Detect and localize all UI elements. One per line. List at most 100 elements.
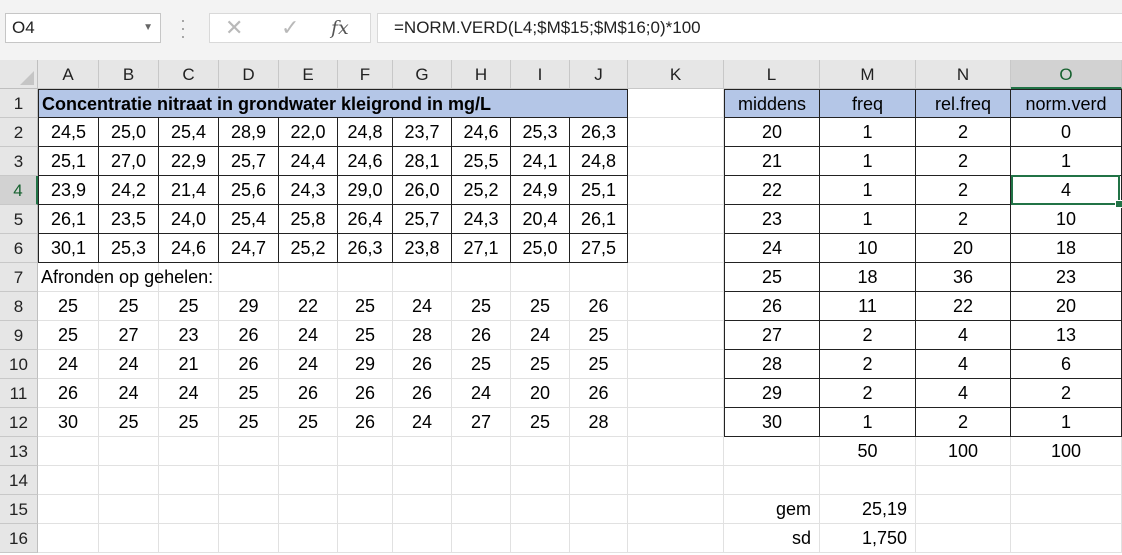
check-icon[interactable]: ✓ — [281, 14, 299, 42]
rounded-data-cell[interactable]: 27 — [452, 408, 511, 437]
raw-data-cell[interactable]: 24,5 — [38, 118, 99, 147]
cell[interactable] — [628, 408, 724, 437]
cell[interactable] — [219, 495, 279, 524]
raw-data-cell[interactable]: 24,8 — [570, 147, 628, 176]
freq-table-cell[interactable]: 36 — [916, 263, 1011, 292]
freq-table-cell[interactable]: 23 — [724, 205, 820, 234]
sd-value[interactable]: 1,750 — [820, 524, 916, 553]
cell[interactable] — [570, 524, 628, 553]
raw-data-cell[interactable]: 24,9 — [511, 176, 570, 205]
column-header-C[interactable]: C — [159, 60, 219, 89]
cell[interactable] — [38, 466, 99, 495]
rounded-data-cell[interactable]: 25 — [219, 408, 279, 437]
rounded-data-cell[interactable]: 27 — [99, 321, 159, 350]
rounded-data-cell[interactable]: 24 — [38, 350, 99, 379]
raw-data-cell[interactable]: 25,5 — [452, 147, 511, 176]
freq-table-cell[interactable]: 4 — [916, 379, 1011, 408]
row-header-16[interactable]: 16 — [0, 524, 38, 553]
freq-table-cell[interactable]: 23 — [1011, 263, 1122, 292]
cell[interactable] — [338, 263, 393, 292]
cell[interactable] — [628, 495, 724, 524]
rounded-data-cell[interactable]: 24 — [99, 350, 159, 379]
raw-data-cell[interactable]: 23,5 — [99, 205, 159, 234]
raw-data-cell[interactable]: 24,4 — [279, 147, 338, 176]
rounded-data-cell[interactable]: 23 — [159, 321, 219, 350]
gem-label[interactable]: gem — [724, 495, 820, 524]
cell[interactable] — [279, 466, 338, 495]
raw-data-cell[interactable]: 25,1 — [38, 147, 99, 176]
cell[interactable] — [338, 495, 393, 524]
cell[interactable] — [724, 437, 820, 466]
formula-input[interactable]: =NORM.VERD(L4;$M$15;$M$16;0)*100 — [377, 13, 1122, 43]
cell[interactable] — [570, 495, 628, 524]
cell[interactable] — [628, 466, 724, 495]
freq-table-cell[interactable]: 2 — [916, 118, 1011, 147]
column-header-L[interactable]: L — [724, 60, 820, 89]
row-header-8[interactable]: 8 — [0, 292, 38, 321]
column-header-H[interactable]: H — [452, 60, 511, 89]
rounded-data-cell[interactable]: 25 — [99, 408, 159, 437]
cell[interactable] — [916, 495, 1011, 524]
cell[interactable] — [511, 524, 570, 553]
raw-data-cell[interactable]: 25,0 — [511, 234, 570, 263]
rounded-data-cell[interactable]: 29 — [338, 350, 393, 379]
rounded-data-cell[interactable]: 26 — [219, 321, 279, 350]
formula-bar-grip-icon[interactable]: · · · — [177, 11, 189, 45]
rounded-data-cell[interactable]: 24 — [393, 292, 452, 321]
column-header-B[interactable]: B — [99, 60, 159, 89]
cell[interactable] — [38, 495, 99, 524]
freq-table-cell[interactable]: 27 — [724, 321, 820, 350]
sd-label[interactable]: sd — [724, 524, 820, 553]
freq-table-cell[interactable]: 18 — [820, 263, 916, 292]
rounded-data-cell[interactable]: 26 — [338, 408, 393, 437]
fill-handle[interactable] — [1115, 200, 1122, 208]
column-header-E[interactable]: E — [279, 60, 338, 89]
row-header-10[interactable]: 10 — [0, 350, 38, 379]
cell[interactable] — [570, 466, 628, 495]
cell[interactable] — [628, 176, 724, 205]
rounded-data-cell[interactable]: 25 — [279, 408, 338, 437]
freq-table-cell[interactable]: 1 — [820, 118, 916, 147]
rounded-data-cell[interactable]: 28 — [393, 321, 452, 350]
cell[interactable] — [1011, 495, 1122, 524]
cell[interactable] — [393, 263, 452, 292]
cell[interactable] — [628, 292, 724, 321]
cell[interactable] — [452, 466, 511, 495]
row-header-4[interactable]: 4 — [0, 176, 38, 205]
rounded-data-cell[interactable]: 21 — [159, 350, 219, 379]
freq-table-cell[interactable]: 2 — [916, 147, 1011, 176]
cell[interactable] — [628, 147, 724, 176]
rounded-data-cell[interactable]: 28 — [570, 408, 628, 437]
freq-table-cell[interactable]: 2 — [820, 350, 916, 379]
cell[interactable] — [916, 466, 1011, 495]
column-header-J[interactable]: J — [570, 60, 628, 89]
cell[interactable] — [393, 495, 452, 524]
freq-header-freq[interactable]: freq — [820, 89, 916, 118]
raw-data-cell[interactable]: 24,6 — [452, 118, 511, 147]
freq-table-cell[interactable]: 1 — [1011, 147, 1122, 176]
row-header-15[interactable]: 15 — [0, 495, 38, 524]
column-header-F[interactable]: F — [338, 60, 393, 89]
freq-table-cell[interactable]: 2 — [916, 205, 1011, 234]
raw-data-cell[interactable]: 25,1 — [570, 176, 628, 205]
raw-data-cell[interactable]: 24,0 — [159, 205, 219, 234]
rounded-data-cell[interactable]: 29 — [219, 292, 279, 321]
raw-data-cell[interactable]: 24,6 — [159, 234, 219, 263]
cell[interactable] — [628, 89, 724, 118]
rounded-data-cell[interactable]: 24 — [159, 379, 219, 408]
cell[interactable] — [279, 524, 338, 553]
cell[interactable] — [1011, 524, 1122, 553]
raw-data-cell[interactable]: 25,3 — [99, 234, 159, 263]
rounded-data-cell[interactable]: 25 — [511, 292, 570, 321]
cell[interactable] — [99, 437, 159, 466]
row-header-5[interactable]: 5 — [0, 205, 38, 234]
chevron-down-icon[interactable]: ▼ — [143, 14, 153, 42]
row-header-1[interactable]: 1 — [0, 89, 38, 118]
cell[interactable] — [99, 524, 159, 553]
rounded-data-cell[interactable]: 26 — [279, 379, 338, 408]
cell[interactable] — [99, 495, 159, 524]
raw-data-cell[interactable]: 26,0 — [393, 176, 452, 205]
raw-data-cell[interactable]: 25,7 — [393, 205, 452, 234]
column-header-G[interactable]: G — [393, 60, 452, 89]
freq-table-cell[interactable]: 6 — [1011, 350, 1122, 379]
